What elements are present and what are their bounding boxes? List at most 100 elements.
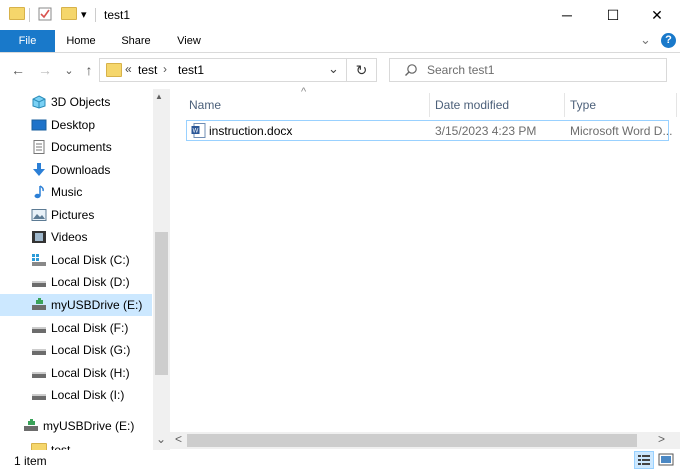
sidebar-item-local-disk-i[interactable]: Local Disk (I:) <box>0 384 152 406</box>
sidebar-item-label: Pictures <box>51 208 95 222</box>
ribbon-tabs: File Home Share View ⌄ ? <box>0 30 680 53</box>
item-count: 1 item <box>14 454 47 468</box>
sidebar-item-label: 3D Objects <box>51 95 111 109</box>
sidebar-item-label: Local Disk (F:) <box>51 321 129 335</box>
sidebar-item-local-disk-c[interactable]: Local Disk (C:) <box>0 249 152 271</box>
desktop-icon <box>31 118 47 132</box>
sidebar-item-myusbdrive-e[interactable]: myUSBDrive (E:) <box>0 294 152 316</box>
tab-share[interactable]: Share <box>113 30 159 52</box>
folder-icon <box>31 443 47 450</box>
maximize-button[interactable]: ☐ <box>590 0 636 30</box>
tab-home[interactable]: Home <box>58 30 104 52</box>
refresh-button[interactable]: ↻ <box>347 58 377 82</box>
svg-text:W: W <box>193 129 199 135</box>
window-title: test1 <box>104 8 131 22</box>
table-row[interactable]: W instruction.docx 3/15/2023 4:23 PM Mic… <box>186 120 673 141</box>
column-header-date-modified[interactable]: Date modified <box>435 93 509 117</box>
up-button[interactable]: ↑ <box>80 61 98 79</box>
search-input[interactable]: Search test1 <box>427 63 494 77</box>
sidebar-item-3d-objects[interactable]: 3D Objects <box>0 91 152 113</box>
close-button[interactable]: ✕ <box>634 0 680 30</box>
word-document-icon: W <box>191 123 207 141</box>
sidebar-item-local-disk-f[interactable]: Local Disk (F:) <box>0 317 152 339</box>
sort-ascending-icon: ^ <box>301 86 307 98</box>
sidebar-item-label: Local Disk (G:) <box>51 343 131 357</box>
sidebar-item-label: Local Disk (C:) <box>51 253 130 267</box>
usb-drive-icon <box>23 419 39 433</box>
column-header-name[interactable]: Name <box>189 93 221 117</box>
scrollbar-thumb[interactable] <box>155 232 168 375</box>
breadcrumb-overflow[interactable]: « <box>125 62 132 76</box>
sidebar-item-label: Downloads <box>51 163 111 177</box>
folder-icon <box>106 63 122 77</box>
new-folder-icon[interactable] <box>61 7 77 21</box>
minimize-button[interactable]: ─ <box>544 0 590 30</box>
search-icon <box>404 63 418 80</box>
breadcrumb-item-test[interactable]: test <box>138 63 157 77</box>
drive-icon <box>31 388 47 402</box>
sidebar-item-label: myUSBDrive (E:) <box>43 419 135 433</box>
sidebar-item-pictures[interactable]: Pictures <box>0 204 152 226</box>
scrollbar-thumb[interactable] <box>187 434 637 447</box>
divider <box>95 8 96 22</box>
sidebar-item-label: test <box>51 443 71 450</box>
scroll-left-icon[interactable]: < <box>175 432 182 446</box>
sidebar-item-documents[interactable]: Documents <box>0 136 152 158</box>
sidebar-item-local-disk-h[interactable]: Local Disk (H:) <box>0 362 152 384</box>
breadcrumb-separator[interactable]: › <box>163 62 167 76</box>
drive-icon <box>31 343 47 357</box>
sidebar-item-music[interactable]: Music <box>0 181 152 203</box>
large-icons-view-icon <box>658 453 674 466</box>
sidebar-item-label: Local Disk (D:) <box>51 275 130 289</box>
windows-drive-icon <box>31 253 47 267</box>
sidebar-item-test[interactable]: test <box>0 439 152 450</box>
forward-button[interactable]: → <box>36 61 54 79</box>
details-view-icon <box>638 455 650 465</box>
divider <box>564 93 565 117</box>
drive-icon <box>31 275 47 289</box>
divider <box>676 93 677 117</box>
sidebar-item-label: Local Disk (I:) <box>51 388 125 402</box>
sidebar-item-downloads[interactable]: Downloads <box>0 159 152 181</box>
sidebar-item-label: Local Disk (H:) <box>51 366 130 380</box>
column-header-type[interactable]: Type <box>570 93 596 117</box>
drive-icon <box>31 366 47 380</box>
pictures-icon <box>31 208 47 222</box>
properties-icon[interactable] <box>38 7 52 21</box>
search-box[interactable]: Search test1 <box>389 58 667 82</box>
file-type: Microsoft Word D... <box>570 124 673 138</box>
3d-objects-icon <box>31 95 47 109</box>
sidebar-item-myusbdrive-root[interactable]: myUSBDrive (E:) <box>0 415 152 437</box>
large-icons-view-button[interactable] <box>657 452 675 468</box>
title-bar: ▾ test1 ─ ☐ ✕ <box>0 0 680 30</box>
back-button[interactable]: ← <box>9 61 27 79</box>
music-icon <box>31 185 47 199</box>
sidebar-item-desktop[interactable]: Desktop <box>0 114 152 136</box>
sidebar-item-label: Videos <box>51 230 88 244</box>
sidebar-item-label: Desktop <box>51 118 96 132</box>
videos-icon <box>31 230 47 244</box>
breadcrumb-item-test1[interactable]: test1 <box>178 63 204 77</box>
address-bar[interactable]: « test › test1 ⌄ <box>99 58 347 82</box>
usb-drive-icon <box>31 298 47 312</box>
drive-icon <box>31 321 47 335</box>
divider <box>29 8 30 22</box>
navigation-pane: 3D Objects Desktop Documents Downloads M… <box>0 89 170 450</box>
tab-view[interactable]: View <box>167 30 211 52</box>
details-view-button[interactable] <box>634 451 654 469</box>
scroll-right-icon[interactable]: > <box>658 432 665 446</box>
sidebar-item-label: Documents <box>51 140 112 154</box>
sidebar-item-videos[interactable]: Videos <box>0 226 152 248</box>
sidebar-item-local-disk-g[interactable]: Local Disk (G:) <box>0 339 152 361</box>
sidebar-item-local-disk-d[interactable]: Local Disk (D:) <box>0 271 152 293</box>
scroll-up-icon[interactable]: ▲ <box>155 92 163 101</box>
recent-locations-button[interactable]: ⌄ <box>60 61 78 79</box>
downloads-icon <box>31 163 47 177</box>
quick-access-dropdown-icon[interactable]: ▾ <box>81 8 87 21</box>
scroll-down-icon[interactable]: ⌄ <box>156 432 166 446</box>
address-dropdown-icon[interactable]: ⌄ <box>328 61 339 77</box>
sidebar-item-label: Music <box>51 185 83 199</box>
help-icon[interactable]: ? <box>661 33 676 48</box>
collapse-ribbon-icon[interactable]: ⌄ <box>640 32 651 48</box>
tab-file[interactable]: File <box>0 30 55 52</box>
